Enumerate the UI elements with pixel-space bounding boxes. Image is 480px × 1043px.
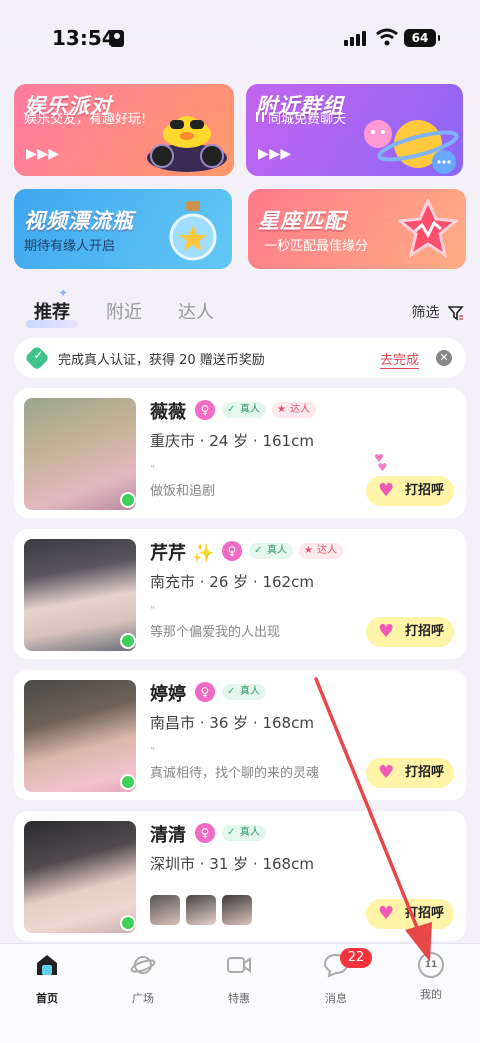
nav-square[interactable]: 广场 xyxy=(113,952,173,1006)
banner-video-bottle[interactable]: 视频漂流瓶 期待有缘人开启 xyxy=(14,189,232,269)
battery-icon: 64 xyxy=(404,29,440,47)
tab-expert[interactable]: 达人 xyxy=(178,298,214,324)
user-card[interactable]: 芹芹 ✨ ♀ 真人 达人 南充市 · 26 岁 · 162cm ❝ 等那个偏爱我… xyxy=(14,529,466,659)
tab-nearby[interactable]: 附近 xyxy=(106,298,142,324)
nav-label: 广场 xyxy=(132,992,154,1005)
quote-icon: ❝ xyxy=(150,464,155,474)
tab-recommend[interactable]: 推荐 ✦ xyxy=(26,286,78,328)
user-intro: 等那个偏爱我的人出现 xyxy=(150,625,281,640)
banner-nearby-groups[interactable]: 附近群组 同城免费聊天 ▶ ▶ ▶ xyxy=(246,84,463,176)
close-icon[interactable]: ✕ xyxy=(436,350,452,366)
banner-subtitle: 娱乐交友，有趣好玩! xyxy=(24,112,147,127)
expert-badge: 达人 xyxy=(272,402,316,418)
banner-title: 视频漂流瓶 xyxy=(24,209,134,233)
hearts-icon: ♥ ♥ xyxy=(374,452,388,474)
arrows-icon: ▶ ▶ ▶ xyxy=(258,146,291,162)
category-tabs: 推荐 ✦ 附近 达人 xyxy=(26,286,474,328)
banner-subtitle: 同城免费聊天 xyxy=(268,112,347,127)
banner-entertainment-party[interactable]: 娱乐派对 娱乐交友，有趣好玩! ▶ ▶ ▶ xyxy=(14,84,234,176)
female-icon: ♀ xyxy=(195,823,215,843)
filter-icon xyxy=(447,306,464,321)
photo-thumbnail[interactable] xyxy=(186,895,216,925)
greet-button[interactable]: 打招呼 xyxy=(366,476,454,506)
sparkle-icon: ✦ xyxy=(58,286,69,300)
online-indicator xyxy=(120,915,136,931)
verify-reminder-bar: 完成真人认证，获得 20 赠送币奖励 去完成 ✕ xyxy=(14,338,466,378)
verify-text: 完成真人认证，获得 20 赠送币奖励 xyxy=(58,353,265,368)
video-icon xyxy=(227,957,251,973)
female-icon: ♀ xyxy=(222,541,242,561)
online-indicator xyxy=(120,774,136,790)
nav-deals[interactable]: 特惠 xyxy=(209,952,269,1006)
nav-label: 消息 xyxy=(325,992,347,1005)
greet-button[interactable]: 打招呼 xyxy=(366,899,454,929)
tab-label: 推荐 xyxy=(34,302,70,323)
signal-icon xyxy=(344,30,368,46)
photo-thumbnail[interactable] xyxy=(150,895,180,925)
quote-icon: ❝ xyxy=(150,605,155,615)
user-meta: 南昌市 · 36 岁 · 168cm xyxy=(150,714,314,732)
real-person-badge: 真人 xyxy=(222,684,266,700)
greet-button[interactable]: 打招呼 xyxy=(366,617,454,647)
filter-label: 筛选 xyxy=(411,305,440,321)
planet-mascot-icon xyxy=(364,120,459,174)
nav-label: 我的 xyxy=(420,988,442,1001)
real-person-badge: 真人 xyxy=(249,543,293,559)
planet-icon xyxy=(130,956,156,974)
bottle-icon xyxy=(169,201,217,261)
bottom-nav: 首页 广场 特惠 消息 11 我的 xyxy=(0,943,480,1043)
user-card[interactable]: 婷婷 ♀ 真人 南昌市 · 36 岁 · 168cm ❝ 真诚相待，找个聊的来的… xyxy=(14,670,466,800)
banner-title: 星座匹配 xyxy=(258,209,346,233)
online-indicator xyxy=(120,633,136,649)
user-meta: 重庆市 · 24 岁 · 161cm xyxy=(150,432,314,450)
verified-shield-icon xyxy=(24,345,50,371)
person-icon xyxy=(110,30,124,47)
user-name: 薇薇 xyxy=(150,402,186,423)
user-meta: 深圳市 · 31 岁 · 168cm xyxy=(150,855,314,873)
real-person-badge: 真人 xyxy=(222,825,266,841)
star-icon xyxy=(398,199,458,259)
user-name: 清清 xyxy=(150,825,186,846)
female-icon: ♀ xyxy=(195,682,215,702)
user-card[interactable]: 薇薇 ♀ 真人 达人 重庆市 · 24 岁 · 161cm ❝ 做饭和追剧 ♥ … xyxy=(14,388,466,518)
user-intro: 做饭和追剧 xyxy=(150,484,216,499)
status-bar: 13:54 64 xyxy=(0,0,480,76)
quote-icon: ❝ xyxy=(150,746,155,756)
nav-label: 首页 xyxy=(36,992,58,1005)
user-name: 婷婷 xyxy=(150,684,186,705)
banner-zodiac-match[interactable]: 星座匹配 一秒匹配最佳缘分 xyxy=(248,189,466,269)
user-photo[interactable] xyxy=(24,398,136,510)
banner-subtitle: 一秒匹配最佳缘分 xyxy=(264,239,369,254)
arrows-icon: ▶ ▶ ▶ xyxy=(26,146,59,162)
user-photo[interactable] xyxy=(24,680,136,792)
user-photo[interactable] xyxy=(24,539,136,651)
expert-badge: 达人 xyxy=(299,543,343,559)
banner-subtitle: 期待有缘人开启 xyxy=(24,239,116,254)
wifi-icon xyxy=(376,28,398,46)
home-icon xyxy=(37,955,57,975)
photo-thumbnail[interactable] xyxy=(222,895,252,925)
nav-home[interactable]: 首页 xyxy=(17,952,77,1006)
profile-icon: 11 xyxy=(418,952,444,978)
user-name: 芹芹 ✨ xyxy=(150,543,215,564)
user-intro: 真诚相待，找个聊的来的灵魂 xyxy=(150,766,320,781)
filter-button[interactable]: 筛选 xyxy=(412,302,464,322)
dj-mascot-icon xyxy=(147,116,227,172)
online-indicator xyxy=(120,492,136,508)
user-photo[interactable] xyxy=(24,821,136,933)
real-person-badge: 真人 xyxy=(222,402,266,418)
user-meta: 南充市 · 26 岁 · 162cm xyxy=(150,573,314,591)
nav-label: 特惠 xyxy=(228,992,250,1005)
verify-complete-link[interactable]: 去完成 xyxy=(380,349,420,369)
signal-bars-icon xyxy=(256,112,264,122)
greet-button[interactable]: 打招呼 xyxy=(366,758,454,788)
user-card[interactable]: 清清 ♀ 真人 深圳市 · 31 岁 · 168cm 打招呼 xyxy=(14,811,466,941)
nav-profile[interactable]: 11 我的 xyxy=(401,952,461,1002)
female-icon: ♀ xyxy=(195,400,215,420)
status-time: 13:54 xyxy=(52,26,116,50)
message-count-badge: 22 xyxy=(340,948,372,968)
